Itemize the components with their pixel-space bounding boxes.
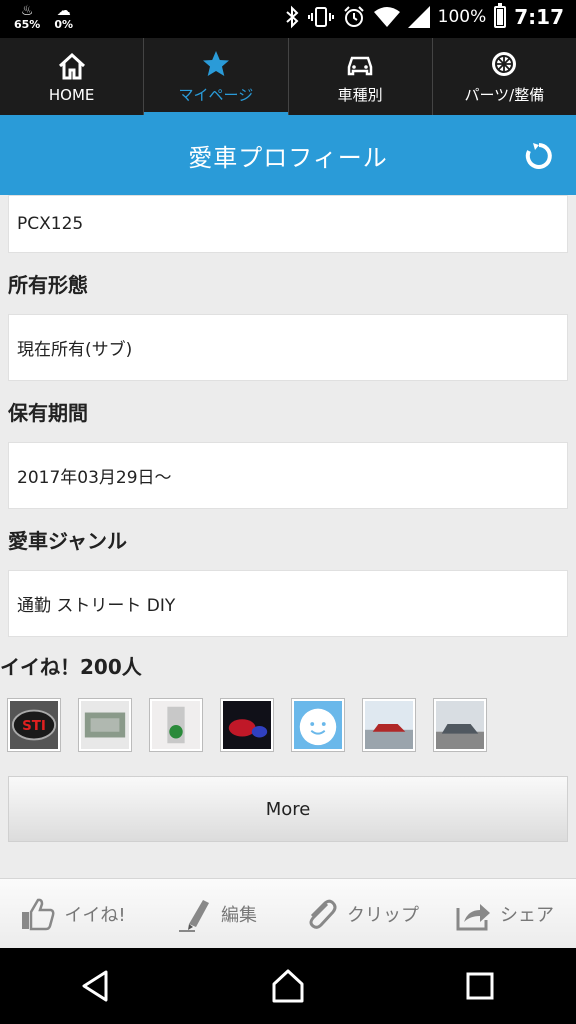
page-title: 愛車プロフィール (188, 143, 388, 172)
liker-avatar[interactable] (433, 698, 487, 752)
nav-by-model-label: 車種別 (337, 86, 383, 104)
recents-icon[interactable] (460, 966, 500, 1006)
action-toolbar: イイね! 編集 クリップ シェア (0, 878, 576, 948)
liker-avatar[interactable] (78, 698, 132, 752)
alarm-icon (343, 6, 364, 27)
temperature-value: 65% (14, 18, 41, 31)
edit-button[interactable]: 編集 (144, 879, 288, 948)
model-value: PCX125 (17, 214, 84, 234)
likes-heading: イイね！200人 (0, 654, 142, 679)
wheel-icon (492, 52, 517, 76)
clock: 7:17 (514, 5, 564, 29)
car-photo-thumbnail (436, 701, 484, 749)
home-button-icon[interactable] (268, 966, 308, 1006)
period-heading: 保有期間 (8, 401, 88, 425)
likes-avatars: STI (7, 698, 487, 752)
nav-mypage-label: マイページ (178, 86, 254, 104)
ownership-heading: 所有形態 (8, 273, 88, 297)
page-header: 愛車プロフィール (0, 115, 576, 195)
system-nav-bar (0, 948, 576, 1024)
paperclip-icon (309, 899, 337, 929)
pen-icon (179, 899, 209, 932)
genre-value: 通勤 ストリート DIY (17, 596, 176, 616)
night-car-thumbnail (223, 701, 271, 749)
rain-chance-value: 0% (54, 18, 74, 31)
status-right: 100% 7:17 (284, 3, 564, 29)
period-card: 2017年03月29日〜 (8, 442, 568, 509)
weather-indicator: ☁ 0% (54, 3, 74, 31)
profile-content: PCX125 所有形態 現在所有(サブ) 保有期間 2017年03月29日〜 愛… (0, 195, 576, 693)
more-button[interactable]: More (8, 776, 568, 842)
genre-heading: 愛車ジャンル (8, 529, 127, 553)
nav-parts[interactable]: パーツ/整備 (433, 38, 576, 115)
car-icon (347, 56, 373, 76)
parts-photo-thumbnail (152, 701, 200, 749)
thumbs-up-icon (22, 898, 55, 930)
battery-percent: 100% (437, 7, 487, 27)
battery-icon (494, 3, 507, 28)
status-left: ♨ 65% ☁ 0% (14, 3, 74, 31)
edit-label: 編集 (221, 904, 257, 926)
liker-avatar[interactable] (291, 698, 345, 752)
bluetooth-icon (285, 5, 299, 29)
share-icon (456, 903, 490, 930)
share-button[interactable]: シェア (432, 879, 576, 948)
back-icon[interactable] (76, 966, 116, 1006)
ownership-value: 現在所有(サブ) (17, 340, 133, 360)
clip-button[interactable]: クリップ (288, 879, 432, 948)
top-nav: HOME マイページ 車種別 パーツ/整備 (0, 38, 576, 115)
vibrate-icon (307, 7, 334, 27)
status-bar: ♨ 65% ☁ 0% 100% 7:17 (0, 0, 576, 38)
temperature-indicator: ♨ 65% (14, 3, 41, 31)
default-avatar-thumbnail (294, 701, 342, 749)
period-value: 2017年03月29日〜 (17, 468, 172, 488)
wifi-icon (373, 7, 400, 27)
refresh-icon[interactable] (524, 141, 554, 171)
genre-card: 通勤 ストリート DIY (8, 570, 568, 637)
liker-avatar[interactable]: STI (7, 698, 61, 752)
star-icon (202, 51, 229, 76)
liker-avatar[interactable] (149, 698, 203, 752)
like-label: イイね! (64, 904, 126, 926)
sti-badge-thumbnail: STI (10, 701, 58, 749)
nav-parts-label: パーツ/整備 (464, 86, 545, 104)
model-card: PCX125 (8, 195, 568, 253)
liker-avatar[interactable] (220, 698, 274, 752)
nav-mypage[interactable]: マイページ (144, 38, 289, 115)
home-icon (58, 52, 85, 79)
liker-avatar[interactable] (362, 698, 416, 752)
ownership-card: 現在所有(サブ) (8, 314, 568, 381)
car-photo-thumbnail (81, 701, 129, 749)
nav-home-label: HOME (48, 85, 95, 104)
nav-home[interactable]: HOME (0, 38, 145, 115)
share-label: シェア (500, 904, 554, 926)
car-photo-thumbnail (365, 701, 413, 749)
clip-label: クリップ (347, 904, 419, 926)
nav-by-model[interactable]: 車種別 (289, 38, 433, 115)
flame-icon: ♨ (20, 3, 34, 19)
weather-icon: ☁ (56, 3, 71, 19)
signal-icon (407, 6, 430, 28)
svg-text:STI: STI (22, 719, 46, 734)
like-button[interactable]: イイね! (0, 879, 144, 948)
